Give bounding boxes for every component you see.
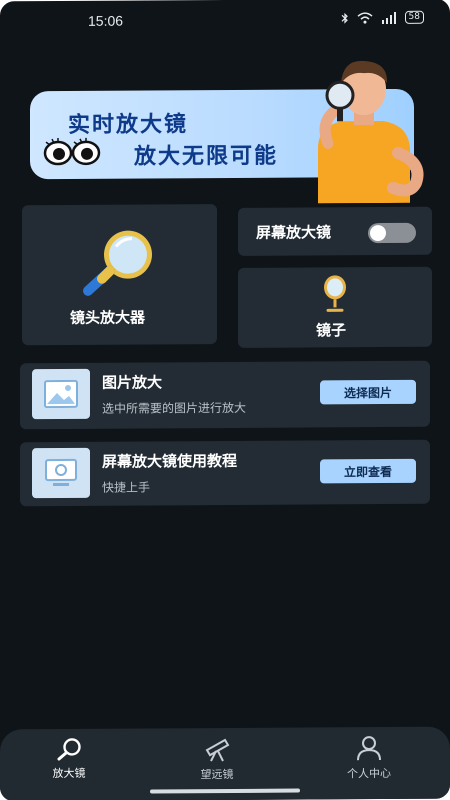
app-screen: 15:06 58 实时放大镜 放大无限可能 镜头放大器 屏幕放大镜 镜子 图片放… [0,0,450,800]
telescope-icon [205,738,230,762]
tutorial-subtitle: 快捷上手 [102,480,151,495]
tab-profile[interactable]: 个人中心 [324,735,414,782]
user-icon [357,736,381,761]
tab-profile-label: 个人中心 [347,766,391,781]
picture-zoom-title: 图片放大 [102,373,163,392]
status-time: 15:06 [88,12,124,29]
status-icons: 58 [341,10,424,25]
promo-banner[interactable]: 实时放大镜 放大无限可能 [30,60,424,204]
screen-magnifier-card: 屏幕放大镜 [238,206,432,256]
tab-telescope[interactable]: 望远镜 [172,736,262,783]
signal-icon [381,11,396,24]
tutorial-title: 屏幕放大镜使用教程 [102,451,238,471]
mirror-card[interactable]: 镜子 [238,266,432,348]
person-with-magnifier-illustration [318,60,424,204]
lens-magnifier-label: 镜头放大器 [70,308,146,327]
banner-title-line1: 实时放大镜 [68,112,189,138]
tab-magnifier[interactable]: 放大镜 [24,737,114,782]
screen-magnifier-label: 屏幕放大镜 [256,223,332,242]
tab-magnifier-label: 放大镜 [52,766,86,781]
mirror-icon [324,275,346,312]
cartoon-eyes-icon [43,137,101,166]
image-thumbnail-icon [32,368,90,420]
lens-magnifier-card[interactable]: 镜头放大器 [22,204,217,346]
battery-icon: 58 [404,10,424,24]
picture-zoom-row[interactable]: 图片放大 选中所需要的图片进行放大 选择图片 [20,360,430,430]
magnifying-glass-icon [83,230,152,296]
select-picture-button[interactable]: 选择图片 [320,379,416,405]
mirror-label: 镜子 [316,321,347,340]
screen-magnifier-toggle[interactable] [368,222,416,244]
wifi-icon [357,11,373,24]
picture-zoom-subtitle: 选中所需要的图片进行放大 [102,400,247,416]
tutorial-row[interactable]: 屏幕放大镜使用教程 快捷上手 立即查看 [20,439,430,507]
magnifier-icon [57,738,81,761]
status-bar: 15:06 58 [0,9,450,34]
tutorial-screen-icon [32,447,90,499]
view-now-button[interactable]: 立即查看 [320,458,416,484]
tab-telescope-label: 望远镜 [200,767,234,782]
banner-title-line2: 放大无限可能 [134,143,279,170]
toggle-knob [370,225,386,242]
bluetooth-icon [341,12,348,24]
